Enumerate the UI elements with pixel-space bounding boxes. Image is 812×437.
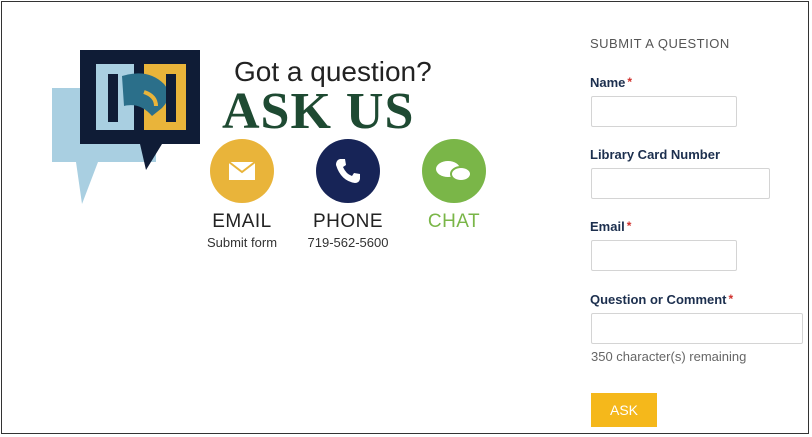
question-label-text: Question or Comment <box>590 292 727 307</box>
chat-bubbles-icon[interactable] <box>422 139 486 203</box>
question-input[interactable] <box>591 313 803 344</box>
email-field-label-text: Email <box>590 219 625 234</box>
email-label[interactable]: EMAIL <box>182 211 302 233</box>
question-label: Question or Comment * <box>590 292 733 307</box>
phone-label: PHONE <box>312 211 384 232</box>
submit-question-form: SUBMIT A QUESTION Name * Library Card Num… <box>590 36 805 427</box>
name-label-text: Name <box>590 75 626 90</box>
chat-contact[interactable]: CHAT <box>394 139 514 233</box>
required-marker: * <box>626 219 632 233</box>
ask-us-headline: ASK US <box>222 83 415 140</box>
library-card-label-text: Library Card Number <box>590 147 721 162</box>
name-label: Name * <box>590 75 632 90</box>
library-card-input[interactable] <box>591 168 770 199</box>
page-frame: Got a question? ASK US EMAIL Submit form… <box>1 1 809 434</box>
phone-icon[interactable] <box>316 139 380 203</box>
library-card-label: Library Card Number <box>590 147 720 162</box>
name-input[interactable] <box>591 96 737 127</box>
email-sub[interactable]: Submit form <box>182 235 302 250</box>
ask-button[interactable]: ASK <box>591 393 657 427</box>
phone-number: 719-562-5600 <box>307 235 389 250</box>
form-title: SUBMIT A QUESTION <box>590 36 730 51</box>
character-counter: 350 character(s) remaining <box>591 349 747 364</box>
email-field-label: Email * <box>590 219 631 234</box>
required-marker: * <box>627 75 633 89</box>
email-contact[interactable]: EMAIL Submit form <box>182 139 302 250</box>
chat-label[interactable]: CHAT <box>394 211 514 233</box>
email-input[interactable] <box>591 240 737 271</box>
library-logo <box>52 50 200 204</box>
required-marker: * <box>728 292 734 306</box>
envelope-icon[interactable] <box>210 139 274 203</box>
phone-contact[interactable]: PHONE 719-562-5600 <box>288 139 408 250</box>
